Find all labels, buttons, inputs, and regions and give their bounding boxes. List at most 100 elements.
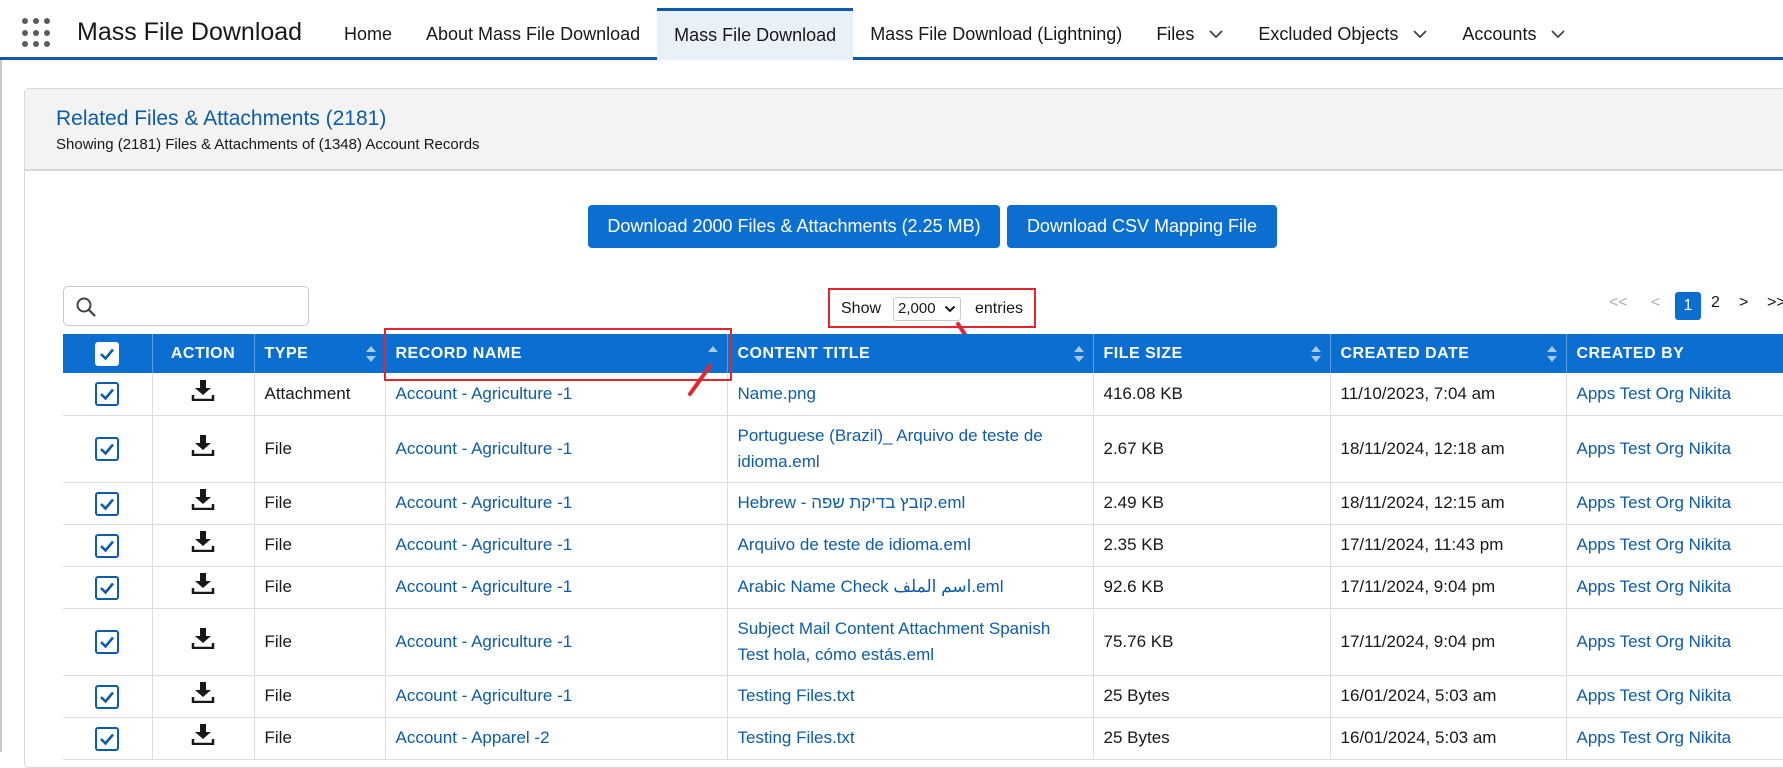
row-checkbox[interactable]	[95, 726, 120, 751]
cell-content-title[interactable]: Testing Files.txt	[727, 717, 1094, 760]
tab-mass-file-download[interactable]: Mass File Download	[657, 8, 854, 60]
tab-accounts[interactable]: Accounts	[1445, 8, 1583, 60]
cell-created-by[interactable]: Apps Test Org Nikita	[1566, 373, 1783, 416]
cell-record-name[interactable]: Account - Agriculture -1	[385, 482, 728, 525]
sort-icon[interactable]	[365, 345, 377, 363]
tab-files[interactable]: Files	[1139, 8, 1241, 60]
chevron-down-icon[interactable]	[1550, 26, 1566, 42]
cell-content-title[interactable]: Arquivo de teste de idioma.eml	[727, 524, 1094, 567]
column-header-record-name[interactable]: RECORD NAME	[385, 334, 728, 373]
cell-created-by[interactable]: Apps Test Org Nikita	[1566, 566, 1783, 609]
download-csv-button[interactable]: Download CSV Mapping File	[1007, 205, 1277, 248]
pagination-page-1[interactable]: 1	[1675, 292, 1701, 320]
cell-created-by[interactable]: Apps Test Org Nikita	[1566, 717, 1783, 760]
download-icon[interactable]	[191, 627, 215, 649]
column-header-created-date[interactable]: CREATED DATE	[1330, 334, 1567, 373]
row-checkbox[interactable]	[95, 382, 120, 407]
pagination-last[interactable]: >>	[1767, 294, 1783, 312]
cell-file-size: 2.67 KB	[1093, 415, 1331, 483]
column-header-created-by[interactable]: CREATED BY	[1566, 334, 1783, 373]
checkbox-checked-icon	[100, 636, 115, 649]
column-header-content-title[interactable]: CONTENT TITLE	[727, 334, 1094, 373]
app-launcher-icon[interactable]	[22, 18, 52, 48]
cell-file-size: 25 Bytes	[1093, 675, 1331, 718]
download-icon[interactable]	[191, 572, 215, 595]
column-header-file-size[interactable]: FILE SIZE	[1093, 334, 1331, 373]
cell-record-name[interactable]: Account - Apparel -2	[385, 717, 728, 760]
card-subtitle: Showing (2181) Files & Attachments of (1…	[56, 136, 480, 153]
tab-mass-file-download-lightning[interactable]: Mass File Download (Lightning)	[853, 8, 1139, 60]
cell-content-title[interactable]: Arabic Name Check اسم الملف.eml	[727, 566, 1094, 609]
cell-content-title[interactable]: Hebrew - קובץ בדיקת שפה.eml	[727, 482, 1094, 525]
cell-type: File	[254, 608, 386, 676]
cell-created-by[interactable]: Apps Test Org Nikita	[1566, 608, 1783, 676]
row-action-cell	[152, 566, 255, 609]
sort-ascending-icon[interactable]	[707, 345, 719, 363]
select-all-checkbox[interactable]	[95, 341, 120, 366]
chevron-down-icon[interactable]	[1208, 26, 1224, 42]
cell-created-by[interactable]: Apps Test Org Nikita	[1566, 524, 1783, 567]
tab-home[interactable]: Home	[327, 8, 409, 60]
download-icon[interactable]	[191, 723, 215, 746]
download-icon[interactable]	[191, 434, 215, 456]
cell-content-title[interactable]: Portuguese (Brazil)_ Arquivo de teste de…	[727, 415, 1094, 483]
cell-record-name[interactable]: Account - Agriculture -1	[385, 566, 728, 609]
row-checkbox[interactable]	[95, 575, 120, 600]
tab-excluded-objects[interactable]: Excluded Objects	[1241, 8, 1445, 60]
cell-created-by[interactable]: Apps Test Org Nikita	[1566, 415, 1783, 483]
search-input[interactable]	[63, 286, 309, 326]
row-checkbox[interactable]	[95, 533, 120, 558]
download-icon[interactable]	[191, 379, 215, 401]
chevron-down-icon[interactable]	[1412, 26, 1428, 42]
tab-label: Mass File Download	[674, 25, 837, 45]
row-checkbox[interactable]	[95, 491, 120, 516]
cell-created-by[interactable]: Apps Test Org Nikita	[1566, 675, 1783, 718]
cell-record-name[interactable]: Account - Agriculture -1	[385, 415, 728, 483]
table-row: File Account - Agriculture -1 Portuguese…	[63, 415, 1783, 483]
row-checkbox[interactable]	[95, 437, 120, 462]
cell-content-title[interactable]: Subject Mail Content Attachment Spanish …	[727, 608, 1094, 676]
column-header-type[interactable]: TYPE	[254, 334, 386, 373]
pagination-page-2[interactable]: 2	[1711, 294, 1720, 312]
row-select-cell	[63, 717, 153, 760]
entries-select[interactable]: 2,000	[893, 297, 961, 321]
table-row: File Account - Agriculture -1 Arquivo de…	[63, 524, 1783, 567]
pagination-prev[interactable]: <	[1651, 294, 1660, 312]
row-checkbox[interactable]	[95, 684, 120, 709]
row-checkbox[interactable]	[95, 630, 120, 655]
cell-record-name[interactable]: Account - Agriculture -1	[385, 608, 728, 676]
download-icon[interactable]	[191, 530, 215, 553]
cell-record-name[interactable]: Account - Agriculture -1	[385, 675, 728, 718]
download-icon[interactable]	[191, 488, 215, 511]
row-select-cell	[63, 608, 153, 676]
column-header-label: CREATED DATE	[1340, 344, 1470, 362]
cell-type: File	[254, 566, 386, 609]
table-row: File Account - Agriculture -1 Subject Ma…	[63, 608, 1783, 676]
checkbox-checked-icon	[100, 691, 115, 703]
chevron-down-icon	[944, 305, 956, 313]
download-files-button[interactable]: Download 2000 Files & Attachments (2.25 …	[588, 205, 1000, 248]
cell-content-title[interactable]: Name.png	[727, 373, 1094, 416]
sort-icon[interactable]	[1310, 345, 1322, 363]
row-action-cell	[152, 482, 255, 525]
row-select-cell	[63, 566, 153, 609]
cell-created-by[interactable]: Apps Test Org Nikita	[1566, 482, 1783, 525]
column-header-label: FILE SIZE	[1103, 344, 1183, 362]
download-icon[interactable]	[191, 681, 215, 704]
cell-record-name[interactable]: Account - Agriculture -1	[385, 524, 728, 567]
pagination-first[interactable]: <<	[1609, 294, 1628, 312]
sort-icon[interactable]	[1546, 345, 1558, 363]
cell-record-name[interactable]: Account - Agriculture -1	[385, 373, 728, 416]
tab-label: Mass File Download (Lightning)	[870, 23, 1123, 44]
cell-content-title[interactable]: Testing Files.txt	[727, 675, 1094, 718]
select-all-header[interactable]	[63, 334, 153, 373]
table-header-row: ACTION TYPE RECORD NAME CONTENT TITLE FI…	[63, 334, 1783, 373]
checkbox-checked-icon	[100, 348, 115, 360]
column-header-label: TYPE	[264, 344, 309, 362]
pagination-next[interactable]: >	[1739, 294, 1748, 312]
sort-icon[interactable]	[1073, 345, 1085, 363]
cell-file-size: 25 Bytes	[1093, 717, 1331, 760]
column-header-action: ACTION	[152, 334, 255, 373]
nav-tabs: Home About Mass File Download Mass File …	[327, 8, 1583, 60]
tab-about-mass-file-download[interactable]: About Mass File Download	[409, 8, 657, 60]
